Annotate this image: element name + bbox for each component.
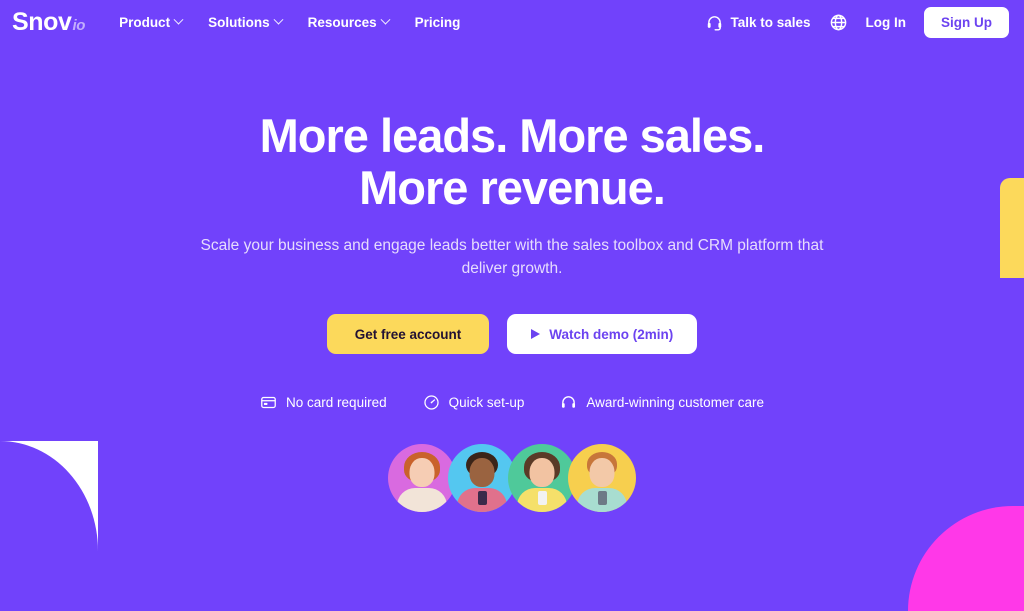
credit-card-icon [261,397,276,409]
language-selector-button[interactable] [829,13,848,32]
hero-title-line-1: More leads. More sales. [259,109,766,162]
site-header: Snov io Product Solutions Resources Prici… [0,0,1024,44]
cta-button-row: Get free account Watch demo (2min) [0,314,1024,355]
avatar-woman-red-hair [388,444,456,513]
hero-title-line-2: More revenue. [359,160,666,214]
pink-quarter-bottom-right-decoration [908,506,1024,611]
nav-item-pricing[interactable]: Pricing [415,15,461,30]
talk-to-sales-label: Talk to sales [730,14,811,30]
feature-award-winning-care-label: Award-winning customer care [586,395,764,411]
avatar-man-glasses [568,444,636,513]
watch-demo-button[interactable]: Watch demo (2min) [507,314,698,355]
nav-item-product-label: Product [119,14,171,30]
customer-avatars [0,444,1024,513]
hero-section: More leads. More sales. More revenue. Sc… [0,44,1024,513]
watch-demo-label: Watch demo (2min) [549,326,674,342]
feature-quick-setup: Quick set-up [423,394,525,411]
logo-suffix: io [72,16,86,34]
page-title: More leads. More sales. More revenue. [0,110,1024,213]
nav-item-solutions-label: Solutions [208,14,270,30]
headset-icon [708,15,722,31]
play-icon [531,329,541,340]
feature-quick-setup-label: Quick set-up [448,395,525,411]
header-actions: Talk to sales Log In Sign Up [706,6,1009,38]
get-free-account-button[interactable]: Get free account [326,314,490,355]
headset-icon [562,396,576,409]
feature-no-card-required: No card required [260,394,387,411]
nav-item-solutions[interactable]: Solutions [208,14,284,30]
chevron-down-icon [380,14,391,25]
globe-icon [830,14,846,30]
logo[interactable]: Snov io [12,7,86,36]
nav-item-product[interactable]: Product [119,14,184,30]
hero-features-row: No card required Quick set-up Award-winn… [0,394,1024,411]
login-link[interactable]: Log In [866,15,907,30]
feature-award-winning-care: Award-winning customer care [560,394,764,411]
speedometer-icon [423,395,439,410]
chevron-down-icon [273,14,284,25]
chevron-down-icon [173,14,184,25]
main-navigation: Product Solutions Resources Pricing [119,14,461,30]
nav-item-pricing-label: Pricing [414,14,461,30]
nav-item-resources[interactable]: Resources [307,14,391,30]
logo-text: Snov [12,7,72,36]
avatar-woman-brunette [508,444,576,513]
signup-button[interactable]: Sign Up [924,6,1009,38]
hero-subtitle: Scale your business and engage leads bet… [200,237,824,277]
talk-to-sales-button[interactable]: Talk to sales [706,14,811,31]
nav-item-resources-label: Resources [307,14,377,30]
feature-no-card-required-label: No card required [286,395,387,411]
avatar-woman-afro [448,444,516,513]
